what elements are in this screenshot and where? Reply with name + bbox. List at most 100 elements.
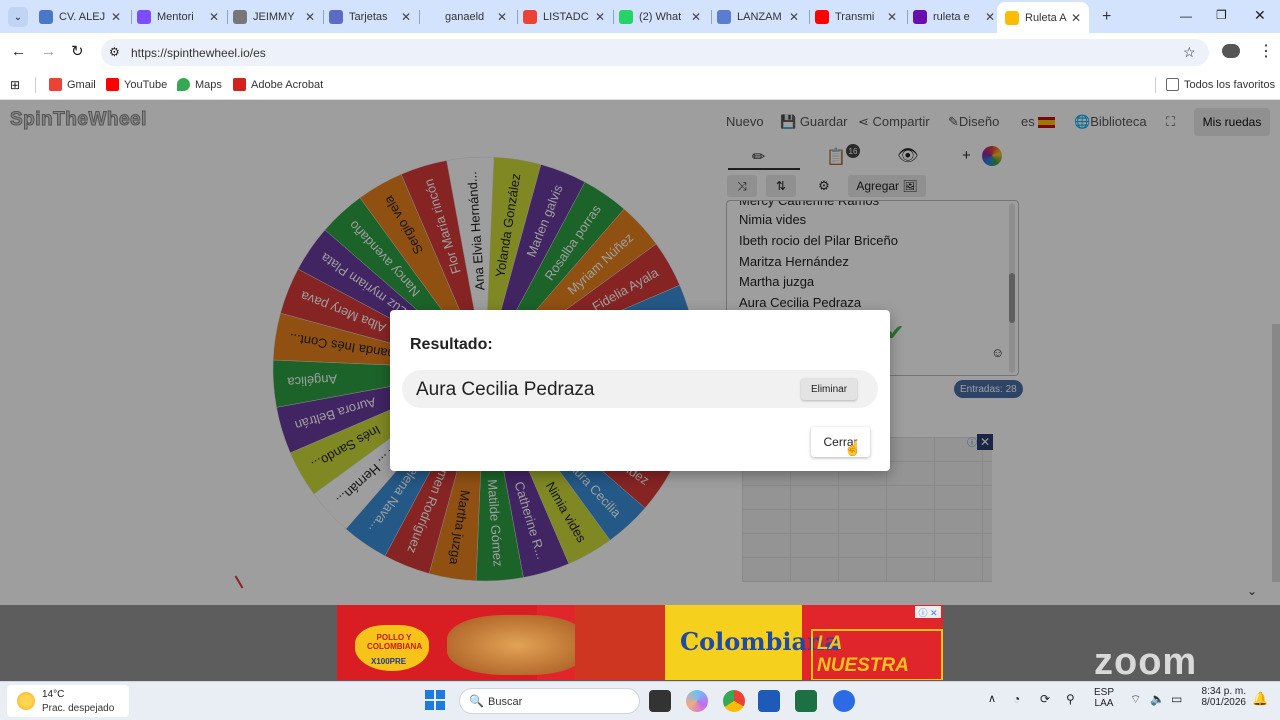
tab-title: ganaeld — [445, 11, 485, 23]
browser-tab[interactable]: CV. ALEJ ✕ — [39, 4, 121, 30]
reload-icon[interactable]: ↻ — [71, 42, 84, 60]
tab-separator — [227, 10, 228, 24]
ad-slogan: LA NUESTRA — [811, 629, 943, 680]
bookmark-gmail[interactable]: Gmail — [49, 78, 96, 91]
tray-sync-icon[interactable]: ⟳ — [1040, 692, 1050, 706]
lang-code: ESP — [1094, 687, 1115, 698]
tab-title: Mentori — [157, 11, 194, 23]
tab-close-icon[interactable]: ✕ — [985, 10, 995, 24]
ad-promo-text: POLLO Y COLOMBIANA — [367, 633, 423, 651]
menu-icon[interactable]: ⋮ — [1258, 41, 1274, 61]
volume-icon[interactable]: 🔈 — [1150, 692, 1165, 706]
tab-close-icon[interactable]: ✕ — [887, 10, 897, 24]
browser-tab[interactable]: Tarjetas ✕ — [329, 4, 411, 30]
tab-close-icon[interactable]: ✕ — [595, 10, 605, 24]
notification-icon[interactable]: 🔔 — [1252, 691, 1268, 707]
bookmark-label: Todos los favoritos — [1184, 78, 1276, 91]
maximize-button[interactable]: ❐ — [1216, 8, 1227, 22]
taskbar-search[interactable]: 🔍 Buscar — [459, 688, 640, 714]
search-icon: 🔍 — [469, 694, 484, 708]
tray-network-icon[interactable]: ⚲ — [1066, 692, 1075, 706]
ad-banner[interactable]: POLLO Y COLOMBIANA X100PRE Colombiana LA… — [337, 605, 943, 680]
result-dialog: Resultado: Aura Cecilia Pedraza Eliminar… — [390, 310, 890, 471]
tab-close-icon[interactable]: ✕ — [111, 10, 121, 24]
tab-separator — [131, 10, 132, 24]
ad-choices-icon[interactable]: ⓘ ✕ — [915, 606, 941, 618]
new-tab-button[interactable]: + — [1102, 8, 1111, 26]
bookmark-label: Maps — [195, 78, 222, 91]
browser-tab[interactable]: Transmi ✕ — [815, 4, 897, 30]
weather-moon-icon — [17, 692, 35, 710]
tab-close-icon[interactable]: ✕ — [691, 10, 701, 24]
tray-chevron-icon[interactable]: ∧ — [988, 692, 996, 705]
browser-tab[interactable]: ruleta e ✕ — [913, 4, 995, 30]
language-indicator[interactable]: ESP LAA — [1094, 687, 1114, 709]
url-text: https://spinthewheel.io/es — [131, 46, 266, 60]
tab-favicon-icon — [1005, 10, 1019, 25]
tab-close-icon[interactable]: ✕ — [497, 10, 507, 24]
tab-search-button[interactable]: ⌄ — [8, 7, 28, 27]
tab-close-icon[interactable]: ✕ — [209, 10, 219, 24]
zoom-app-icon[interactable] — [833, 690, 855, 712]
taskbar: 14°C Prac. despejado 🔍 Buscar ∧ ◔ ⟳ ⚲ ES… — [0, 681, 1280, 720]
browser-tab[interactable]: Ruleta A ✕ — [997, 2, 1089, 33]
browser-tab[interactable]: (2) What ✕ — [619, 4, 701, 30]
clock[interactable]: 8:34 p. m. 8/01/2026 — [1196, 686, 1247, 708]
browser-tab[interactable]: LISTADC ✕ — [523, 4, 605, 30]
tab-favicon-icon — [523, 10, 537, 24]
clock-time: 8:34 p. m. — [1201, 686, 1246, 697]
bookmarks-bar: ⊞ Gmail YouTube Maps Adobe Acrobat Todos… — [0, 71, 1280, 100]
minimize-button[interactable]: — — [1180, 9, 1192, 23]
chrome-icon[interactable] — [723, 690, 745, 712]
excel-icon[interactable] — [795, 690, 817, 712]
tab-close-icon[interactable]: ✕ — [1071, 11, 1081, 25]
tab-title: LANZAM — [737, 11, 782, 23]
browser-tab[interactable]: JEIMMY ✕ — [233, 4, 315, 30]
browser-tab[interactable]: Mentori ✕ — [137, 4, 219, 30]
clock-date: 8/01/2026 — [1201, 697, 1247, 708]
tab-favicon-icon — [137, 10, 151, 24]
forward-icon[interactable]: → — [41, 43, 56, 60]
apps-icon[interactable]: ⊞ — [10, 78, 20, 92]
weather-widget[interactable]: 14°C Prac. despejado — [7, 685, 129, 717]
remove-button[interactable]: Eliminar — [801, 378, 857, 400]
copilot-icon[interactable] — [686, 690, 708, 712]
back-icon[interactable]: ← — [11, 43, 26, 60]
bookmark-youtube[interactable]: YouTube — [106, 78, 167, 91]
address-bar[interactable]: ⚙ https://spinthewheel.io/es ☆ — [101, 39, 1209, 66]
tab-favicon-icon — [619, 10, 633, 24]
close-window-button[interactable]: ✕ — [1254, 7, 1266, 24]
tab-close-icon[interactable]: ✕ — [789, 10, 799, 24]
maps-icon — [177, 78, 190, 91]
all-bookmarks[interactable]: Todos los favoritos — [1166, 78, 1275, 91]
chevron-down-icon[interactable]: ⌄ — [1247, 584, 1257, 598]
browser-tab[interactable]: LANZAM ✕ — [717, 4, 799, 30]
browser-tab[interactable]: ganaeld ✕ — [425, 4, 507, 30]
ad-bottle-image — [575, 605, 665, 680]
battery-icon[interactable]: ▭ — [1171, 692, 1182, 706]
tab-title: LISTADC — [543, 11, 589, 23]
tab-separator — [613, 10, 614, 24]
tab-separator — [711, 10, 712, 24]
page-scrollbar[interactable] — [1272, 324, 1280, 582]
bookmark-star-icon[interactable]: ☆ — [1183, 44, 1196, 61]
tab-favicon-icon — [717, 10, 731, 24]
tab-title: Ruleta A — [1025, 11, 1067, 24]
tab-close-icon[interactable]: ✕ — [305, 10, 315, 24]
weather-temp: 14°C — [42, 689, 65, 700]
bookmark-maps[interactable]: Maps — [177, 78, 222, 91]
windows-start-icon[interactable] — [425, 690, 445, 710]
tab-favicon-icon — [913, 10, 927, 24]
ad-promo-text-2: X100PRE — [371, 657, 407, 666]
ad-banner-area: POLLO Y COLOMBIANA X100PRE Colombiana LA… — [0, 605, 1280, 683]
wifi-icon[interactable]: ⌔ — [1130, 692, 1141, 707]
profile-avatar[interactable] — [1222, 44, 1240, 58]
tray-app-icon[interactable]: ◔ — [1013, 692, 1020, 706]
word-icon[interactable] — [758, 690, 780, 712]
bookmark-adobe-acrobat[interactable]: Adobe Acrobat — [233, 78, 323, 91]
task-view-icon[interactable] — [649, 690, 671, 712]
site-info-icon[interactable]: ⚙ — [109, 45, 120, 59]
tab-title: Tarjetas — [349, 11, 388, 23]
tab-close-icon[interactable]: ✕ — [401, 10, 411, 24]
ad-food-image — [447, 615, 587, 675]
